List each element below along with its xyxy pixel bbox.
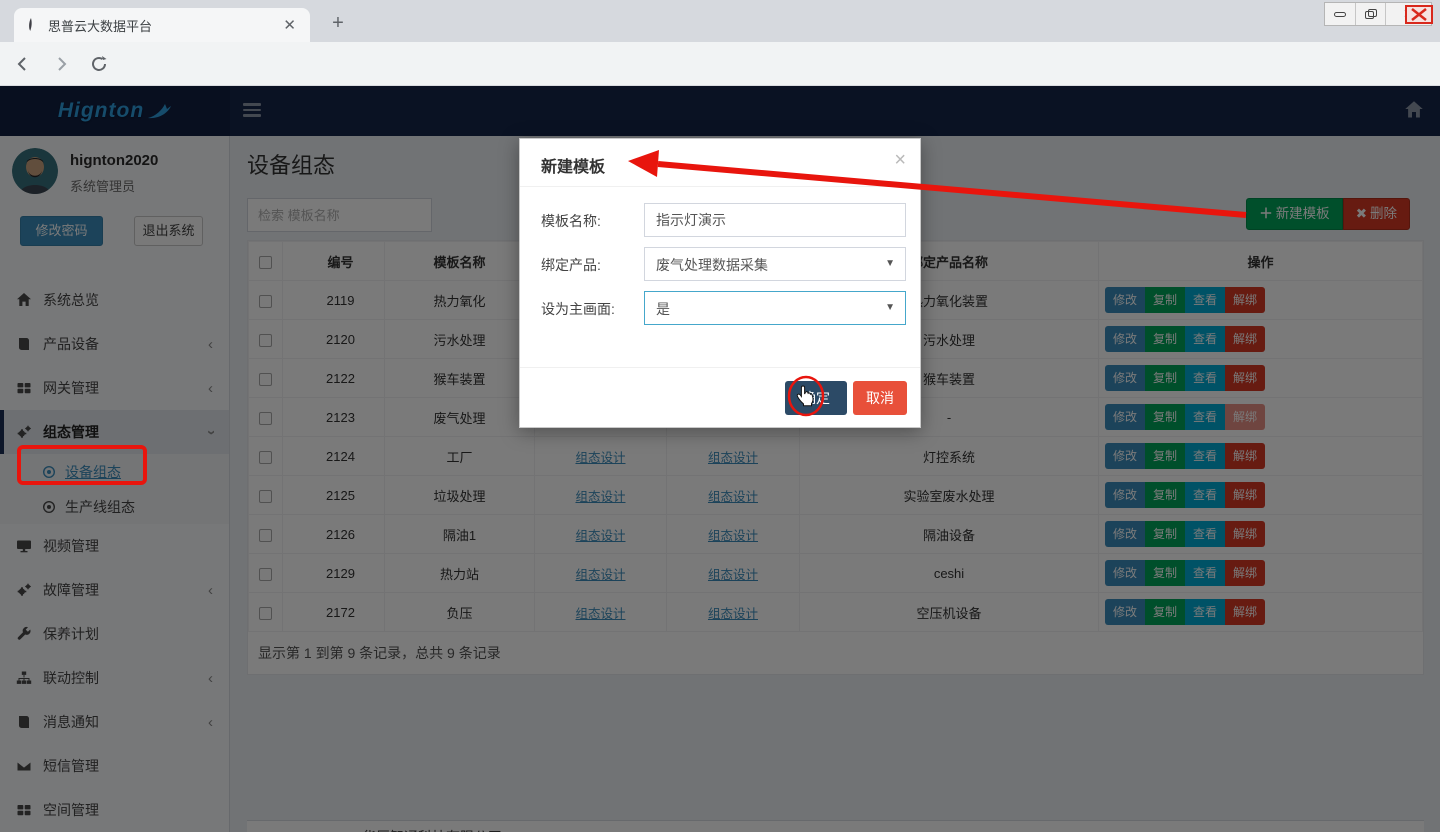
field-label: 设为主画面: [541, 299, 615, 319]
minimize-button[interactable] [1325, 3, 1355, 25]
close-button[interactable]: ✕ [1385, 3, 1431, 25]
browser-tab[interactable]: 思普云大数据平台 ✕ [14, 8, 310, 42]
select-field[interactable]: 是▼ [644, 291, 906, 325]
cancel-button[interactable]: 取消 [853, 381, 907, 415]
tab-close-icon[interactable]: ✕ [279, 16, 300, 34]
reload-icon[interactable] [84, 49, 114, 79]
window-controls: ✕ [1324, 2, 1432, 26]
restore-button[interactable] [1355, 3, 1385, 25]
select-field[interactable]: 废气处理数据采集▼ [644, 247, 906, 281]
back-icon[interactable] [8, 49, 38, 79]
new-tab-button[interactable]: + [324, 10, 352, 38]
caret-down-icon: ▼ [885, 258, 895, 269]
template-name-field[interactable] [644, 203, 906, 237]
field-label: 模板名称: [541, 211, 601, 231]
field-label: 绑定产品: [541, 255, 601, 275]
confirm-button[interactable]: 确定 [785, 381, 847, 415]
modal-close-icon[interactable]: × [894, 149, 906, 172]
new-template-modal: 新建模板 × 模板名称: 绑定产品: 废气处理数据采集▼ 设为主画面: 是▼ 确定 取消 [519, 138, 921, 428]
favicon-icon [24, 18, 38, 32]
browser-toolbar: 不安全 | iot.idosp.net /admin/index.html?la… [0, 42, 1440, 86]
browser-tab-strip: 思普云大数据平台 ✕ + ✕ [0, 0, 1440, 42]
template-name-input[interactable] [645, 204, 905, 236]
tab-title: 思普云大数据平台 [48, 16, 279, 35]
caret-down-icon: ▼ [885, 302, 895, 313]
modal-title: 新建模板 [541, 153, 605, 177]
forward-icon[interactable] [46, 49, 76, 79]
